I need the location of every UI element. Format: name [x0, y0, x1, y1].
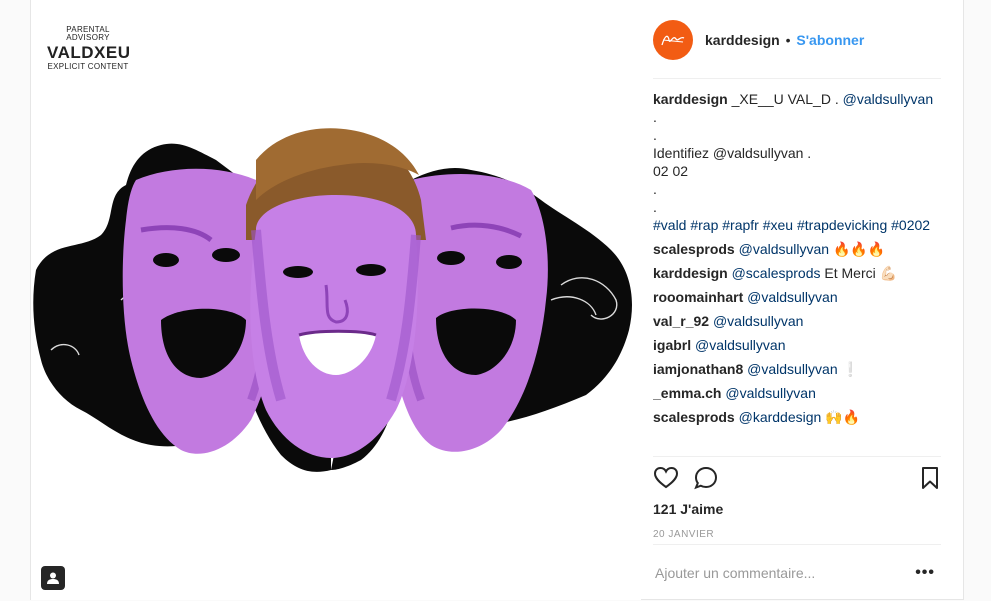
comment-mention[interactable]: @karddesign: [739, 409, 822, 425]
avatar[interactable]: [653, 20, 693, 60]
artwork-illustration: [33, 128, 632, 472]
comment-mention[interactable]: @valdsullyvan: [713, 313, 803, 329]
post-image[interactable]: PARENTAL ADVISORY VALDXEU EXPLICIT CONTE…: [31, 0, 641, 600]
instagram-post: PARENTAL ADVISORY VALDXEU EXPLICIT CONTE…: [30, 0, 964, 600]
post-date: 20 JANVIER: [653, 529, 715, 540]
comment-item: val_r_92 @valdsullyvan: [653, 312, 941, 330]
post-sidebar: karddesign • S'abonner karddesign _XE__U…: [641, 0, 965, 600]
caption-line: 02 02: [653, 163, 689, 179]
heart-icon[interactable]: [653, 465, 679, 491]
comment-author[interactable]: iamjonathan8: [653, 361, 743, 377]
parental-advisory-label: PARENTAL ADVISORY VALDXEU EXPLICIT CONTE…: [47, 25, 131, 71]
post-caption: karddesign _XE__U VAL_D . @valdsullyvan …: [653, 90, 941, 234]
avatar-logo-icon: [661, 35, 685, 46]
comment-item: iamjonathan8 @valdsullyvan ❕: [653, 360, 941, 378]
caption-line: .: [653, 109, 657, 125]
comment-author[interactable]: igabrl: [653, 337, 691, 353]
comments-list[interactable]: karddesign _XE__U VAL_D . @valdsullyvan …: [653, 90, 941, 456]
caption-line: .: [653, 199, 657, 215]
more-options-icon[interactable]: •••: [915, 564, 935, 582]
caption-line: .: [653, 181, 657, 197]
advisory-main-text: VALDXEU: [47, 43, 131, 62]
comment-author[interactable]: scalesprods: [653, 409, 735, 425]
username-link[interactable]: karddesign: [705, 32, 780, 48]
comment-item: karddesign @scalesprods Et Merci 💪🏻: [653, 264, 941, 282]
comment-input[interactable]: Ajouter un commentaire...: [655, 565, 815, 581]
comment-item: rooomainhart @valdsullyvan: [653, 288, 941, 306]
comment-text: 🔥🔥🔥: [829, 241, 886, 257]
follow-button[interactable]: S'abonner: [796, 32, 864, 48]
comment-author[interactable]: val_r_92: [653, 313, 709, 329]
comment-text: ❕: [837, 361, 859, 377]
comment-item: igabrl @valdsullyvan: [653, 336, 941, 354]
advisory-bottom-text: EXPLICIT CONTENT: [47, 62, 129, 71]
comment-author[interactable]: scalesprods: [653, 241, 735, 257]
comment-item: scalesprods @karddesign 🙌🔥: [653, 408, 941, 426]
post-actions: 121 J'aime 20 JANVIER: [653, 456, 941, 540]
comment-author[interactable]: rooomainhart: [653, 289, 743, 305]
header-separator: •: [785, 32, 791, 48]
comment-mention[interactable]: @valdsullyvan: [747, 361, 837, 377]
caption-line: Identifiez @valdsullyvan .: [653, 145, 812, 161]
comment-mention[interactable]: @valdsullyvan: [695, 337, 785, 353]
user-tag-button[interactable]: [41, 566, 65, 590]
caption-line: .: [653, 127, 657, 143]
post-header: karddesign • S'abonner: [653, 20, 941, 79]
advisory-top-text: PARENTAL ADVISORY: [66, 25, 110, 42]
comment-mention[interactable]: @valdsullyvan: [747, 289, 837, 305]
caption-author[interactable]: karddesign: [653, 91, 728, 107]
comment-mention[interactable]: @scalesprods: [732, 265, 821, 281]
comment-mention[interactable]: @valdsullyvan: [725, 385, 815, 401]
likes-count[interactable]: 121 J'aime: [653, 501, 941, 517]
bookmark-icon[interactable]: [917, 465, 943, 491]
caption-mention[interactable]: @valdsullyvan: [843, 91, 933, 107]
comment-item: scalesprods @valdsullyvan 🔥🔥🔥: [653, 240, 941, 258]
comment-author[interactable]: _emma.ch: [653, 385, 721, 401]
add-comment-section: Ajouter un commentaire... •••: [653, 544, 941, 601]
user-tag-icon: [47, 572, 59, 584]
comment-icon[interactable]: [693, 465, 719, 491]
comment-text: Et Merci 💪🏻: [820, 265, 898, 281]
comment-mention[interactable]: @valdsullyvan: [739, 241, 829, 257]
comment-author[interactable]: karddesign: [653, 265, 728, 281]
caption-first-text: _XE__U VAL_D .: [727, 91, 843, 107]
caption-hashtags[interactable]: #vald #rap #rapfr #xeu #trapdevicking #0…: [653, 216, 941, 234]
comment-item: _emma.ch @valdsullyvan: [653, 384, 941, 402]
comment-text: 🙌🔥: [821, 409, 861, 425]
